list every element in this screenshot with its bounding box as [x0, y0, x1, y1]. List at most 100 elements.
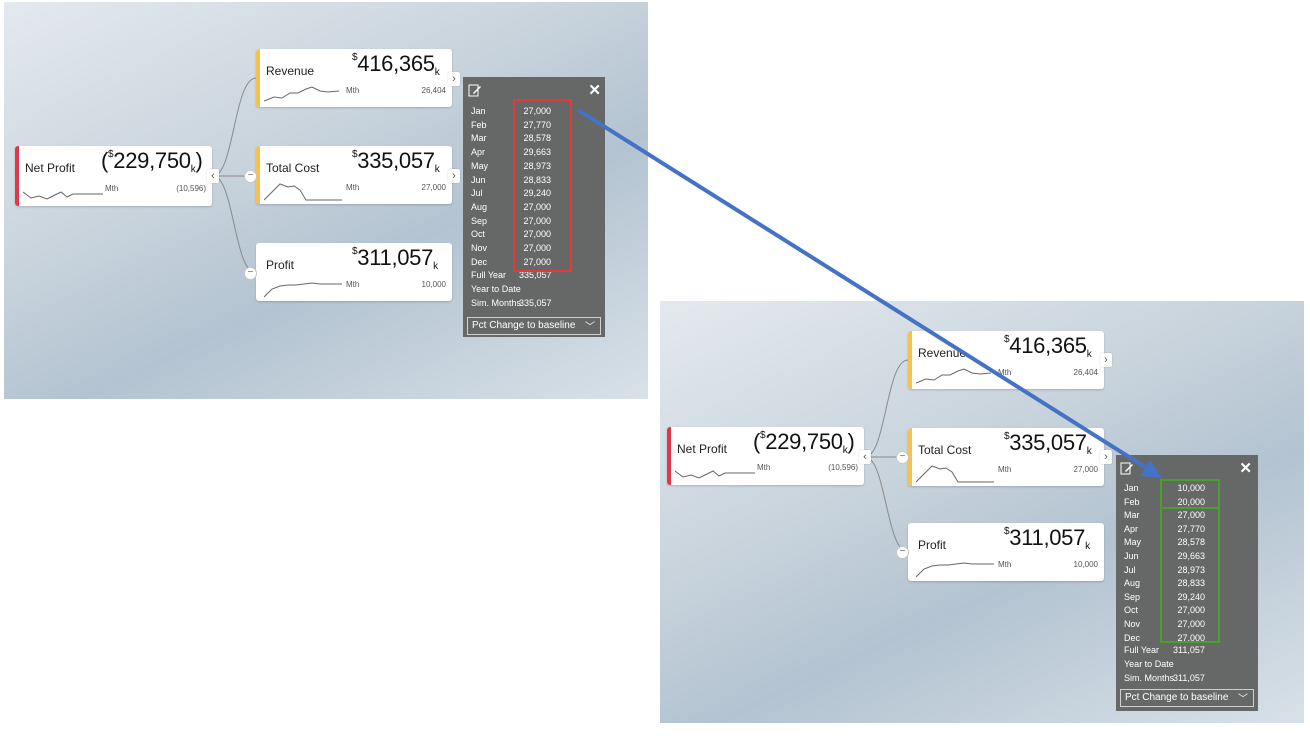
- profit-value: $311,057k: [352, 245, 438, 272]
- total-cost-card[interactable]: Total Cost $335,057k Mth 27,000: [908, 428, 1104, 486]
- revenue-title: Revenue: [266, 64, 315, 78]
- revenue-card[interactable]: Revenue $416,365k Mth 26,404: [908, 331, 1104, 389]
- collapse-chevron[interactable]: ‹: [859, 450, 871, 464]
- month-label: Oct: [471, 229, 486, 240]
- close-icon[interactable]: ✕: [1239, 459, 1252, 477]
- total-cost-period: Mth: [346, 183, 360, 192]
- net-profit-sparkline: [23, 191, 103, 200]
- total-cost-sparkline: [264, 183, 342, 201]
- month-label: May: [471, 160, 489, 171]
- month-label: Feb: [471, 119, 487, 130]
- month-label: Mar: [471, 133, 487, 144]
- revenue-status-bar: [908, 331, 912, 389]
- expand-chevron-total-cost[interactable]: ›: [448, 169, 460, 183]
- total-cost-value: $335,057k: [1004, 430, 1092, 457]
- chevron-down-icon: ﹀: [585, 322, 595, 333]
- chevron-down-icon: ﹀: [1238, 694, 1248, 705]
- expand-chevron-total-cost[interactable]: ›: [1100, 450, 1112, 464]
- revenue-value: $416,365k: [352, 51, 440, 78]
- sim-months-value: 311,057: [1173, 673, 1205, 683]
- full-year-label: Full Year: [1124, 645, 1160, 655]
- net-profit-card[interactable]: Net Profit ($229,750k) Mth (10,596): [15, 146, 212, 206]
- profit-title: Profit: [266, 258, 295, 272]
- edited-values-highlight: [1160, 479, 1220, 509]
- collapse-total-cost-toggle[interactable]: −: [244, 170, 257, 183]
- profit-period: Mth: [346, 280, 360, 289]
- before-panel: Net Profit ($229,750k) Mth (10,596) ‹ Re…: [4, 2, 648, 399]
- comparison-dropdown[interactable]: Pct Change to baseline ﹀: [467, 317, 601, 335]
- changed-values-highlight-before: [513, 99, 572, 272]
- net-profit-period: Mth: [757, 463, 771, 472]
- revenue-delta: 26,404: [421, 86, 446, 95]
- total-cost-title: Total Cost: [266, 161, 320, 175]
- month-label: May: [1124, 537, 1142, 548]
- collapse-profit-toggle[interactable]: −: [244, 267, 257, 280]
- month-label: Nov: [471, 243, 488, 253]
- net-profit-period: Mth: [105, 184, 119, 193]
- year-to-date-label: Year to Date: [471, 284, 521, 294]
- month-label: Apr: [1124, 523, 1139, 534]
- month-label: Feb: [1124, 496, 1140, 507]
- month-label: Nov: [1124, 619, 1141, 629]
- revenue-title: Revenue: [918, 346, 967, 360]
- month-label: Mar: [1124, 510, 1140, 521]
- total-cost-delta: 27,000: [1073, 465, 1098, 474]
- profit-delta: 10,000: [421, 280, 446, 289]
- month-label: Sep: [471, 215, 488, 226]
- total-cost-value: $335,057k: [352, 148, 440, 175]
- total-cost-title: Total Cost: [918, 443, 972, 457]
- sim-months-value: 335,057: [519, 298, 552, 308]
- profit-card[interactable]: Profit $311,057k Mth 10,000: [256, 243, 452, 301]
- month-label: Dec: [1124, 632, 1141, 643]
- net-profit-delta: (10,596): [828, 463, 858, 472]
- net-profit-value: ($229,750k): [753, 429, 855, 456]
- collapse-total-cost-toggle[interactable]: −: [896, 451, 909, 464]
- revenue-sparkline: [916, 368, 991, 384]
- month-label: Apr: [471, 147, 486, 158]
- profit-sparkline: [264, 282, 342, 298]
- revenue-sparkline: [264, 86, 339, 102]
- net-profit-card[interactable]: Net Profit ($229,750k) Mth (10,596): [667, 427, 864, 485]
- net-profit-status-bar: [15, 146, 19, 206]
- month-label: Jun: [471, 174, 486, 185]
- profit-title: Profit: [918, 538, 947, 552]
- total-cost-period: Mth: [998, 465, 1012, 474]
- revenue-period: Mth: [998, 368, 1012, 377]
- collapse-profit-toggle[interactable]: −: [896, 546, 909, 559]
- expand-chevron-revenue[interactable]: ›: [448, 72, 460, 86]
- sim-months-label: Sim. Months: [1124, 673, 1175, 683]
- month-label: Oct: [1124, 605, 1139, 616]
- month-label: Jan: [1124, 483, 1139, 493]
- full-year-label: Full Year: [471, 270, 507, 280]
- month-label: Jun: [1124, 551, 1139, 561]
- revenue-card[interactable]: Revenue $416,365k Mth 26,404: [256, 49, 452, 107]
- net-profit-value: ($229,750k): [101, 148, 203, 175]
- profit-delta: 10,000: [1073, 560, 1098, 569]
- total-cost-card[interactable]: Total Cost $335,057k Mth 27,000: [256, 146, 452, 204]
- revenue-period: Mth: [346, 86, 360, 95]
- sim-months-label: Sim. Months: [471, 298, 522, 308]
- net-profit-title: Net Profit: [25, 161, 76, 175]
- after-panel: Net Profit ($229,750k) Mth (10,596) ‹ Re…: [660, 301, 1304, 723]
- expand-chevron-revenue[interactable]: ›: [1100, 353, 1112, 367]
- total-cost-sparkline: [916, 465, 994, 483]
- month-label: Sep: [1124, 591, 1141, 602]
- collapse-chevron[interactable]: ‹: [207, 169, 219, 183]
- month-label: Dec: [471, 256, 488, 267]
- profit-sparkline: [916, 562, 994, 578]
- comparison-dropdown[interactable]: Pct Change to baseline ﹀: [1120, 689, 1254, 707]
- edit-icon[interactable]: [1120, 461, 1134, 475]
- month-label: Aug: [471, 201, 488, 212]
- net-profit-status-bar: [667, 427, 671, 485]
- month-label: Jul: [1124, 564, 1136, 575]
- month-label: Aug: [1124, 578, 1141, 589]
- profit-card[interactable]: Profit $311,057k Mth 10,000: [908, 523, 1104, 581]
- revenue-value: $416,365k: [1004, 333, 1092, 360]
- net-profit-sparkline: [675, 470, 755, 479]
- edit-icon[interactable]: [468, 83, 482, 97]
- profit-value: $311,057k: [1004, 525, 1090, 552]
- shifted-values-highlight: [1160, 507, 1220, 643]
- total-cost-delta: 27,000: [421, 183, 446, 192]
- close-icon[interactable]: ✕: [588, 81, 601, 99]
- profit-period: Mth: [998, 560, 1012, 569]
